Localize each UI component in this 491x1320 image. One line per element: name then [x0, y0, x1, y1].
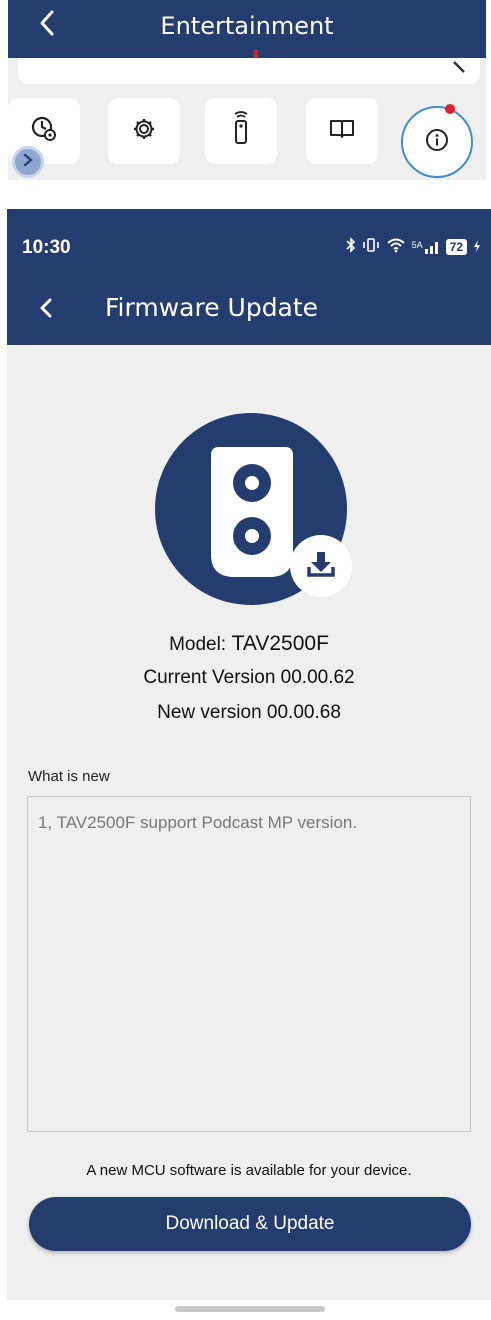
status-bar: 10:30 5A 72 [7, 209, 491, 275]
wifi-icon [386, 237, 406, 257]
download-icon [306, 549, 336, 584]
whats-new-label: What is new [28, 768, 110, 785]
home-indicator[interactable] [175, 1306, 325, 1312]
entertainment-screen-preview: Entertainment [8, 0, 486, 180]
battery-indicator: 72 [445, 239, 467, 255]
model-label: Model: [169, 634, 227, 655]
signal-5g-icon: 5A [412, 240, 440, 254]
clock-gear-icon [29, 114, 59, 149]
status-icons: 5A 72 [346, 237, 481, 257]
vibrate-icon [362, 237, 380, 257]
navigation-bar [7, 1300, 491, 1320]
new-version: New version 00.00.68 [157, 702, 341, 723]
entertainment-header: Entertainment [8, 0, 486, 58]
book-icon [329, 118, 355, 145]
charging-icon [473, 239, 481, 256]
info-icon [425, 128, 449, 157]
expand-button[interactable] [12, 146, 44, 178]
release-notes-box: 1, TAV2500F support Podcast MP version. [27, 796, 471, 1132]
search-bar[interactable] [18, 58, 480, 84]
chevron-right-icon [22, 153, 34, 172]
settings-tile[interactable] [108, 98, 180, 164]
model-value: TAV2500F [231, 632, 329, 655]
info-tile-selected[interactable] [401, 106, 473, 178]
bluetooth-icon [346, 237, 356, 257]
update-available-message: A new MCU software is available for your… [86, 1162, 412, 1179]
model-line: Model: TAV2500F [7, 632, 491, 656]
current-version: Current Version 00.00.62 [143, 667, 355, 688]
guide-tile[interactable] [306, 98, 378, 164]
page-title: Firmware Update [105, 293, 319, 322]
remote-tile[interactable] [205, 98, 277, 164]
release-notes-text: 1, TAV2500F support Podcast MP version. [38, 813, 358, 832]
close-icon[interactable] [448, 44, 468, 80]
network-label: 5A [411, 240, 423, 250]
search-cursor [254, 50, 258, 58]
remote-control-icon [231, 110, 251, 152]
notification-dot [445, 104, 455, 114]
speaker-icon [209, 445, 295, 584]
app-header: Firmware Update [7, 275, 491, 345]
download-badge [290, 535, 352, 597]
status-time: 10:30 [22, 237, 71, 258]
entertainment-title: Entertainment [160, 12, 334, 40]
chevron-left-icon[interactable] [37, 291, 55, 330]
gear-icon [131, 116, 157, 147]
firmware-content: Model: TAV2500F Current Version 00.00.62… [7, 345, 491, 1300]
download-update-button[interactable]: Download & Update [29, 1197, 471, 1251]
